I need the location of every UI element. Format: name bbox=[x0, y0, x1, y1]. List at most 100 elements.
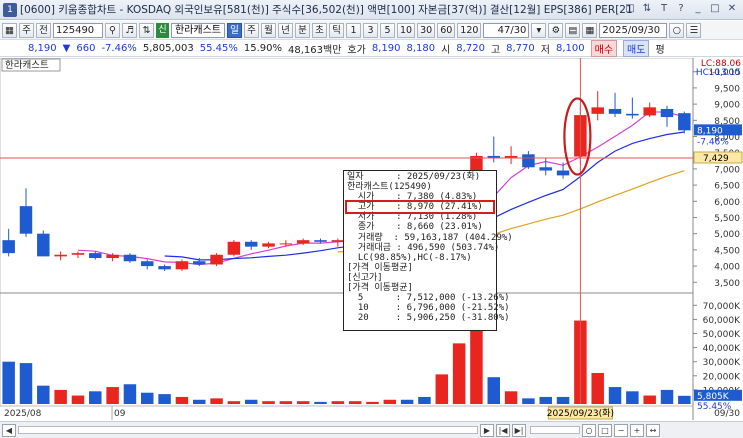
volume-tick-label: 30,000K bbox=[703, 358, 741, 368]
new-badge: 신 bbox=[156, 22, 169, 38]
chevron-down-icon[interactable]: ▾ bbox=[531, 22, 547, 38]
ask-price: 8,180 bbox=[406, 42, 436, 54]
volume-bar bbox=[331, 401, 345, 404]
candle-body bbox=[193, 261, 206, 265]
turnover: 15.90% bbox=[243, 42, 283, 54]
minute-30[interactable]: 30 bbox=[417, 22, 436, 38]
minute-5[interactable]: 5 bbox=[380, 22, 395, 38]
close-icon[interactable]: ✕ bbox=[725, 2, 739, 16]
tooltip-line: 거래량 : 59,163,187 (404.29%) bbox=[347, 232, 513, 243]
price-tick-label: 4,500 bbox=[714, 246, 740, 256]
period-minute[interactable]: 분 bbox=[295, 22, 310, 38]
window-titlebar: 1 [0600] 키움종합차트 - KOSDAQ 외국인보유[581(천)] 주… bbox=[0, 0, 743, 20]
minimize-icon[interactable]: _ bbox=[691, 2, 705, 16]
minute-60[interactable]: 60 bbox=[437, 22, 456, 38]
price-change-pct: -7.46% bbox=[101, 42, 137, 54]
period-year[interactable]: 년 bbox=[278, 22, 293, 38]
candle-body bbox=[556, 170, 570, 176]
zoom-out-icon[interactable]: − bbox=[614, 423, 628, 437]
tile-icon[interactable]: ◫ bbox=[623, 2, 637, 16]
last-page-icon[interactable]: ▶| bbox=[512, 423, 526, 437]
prev-button[interactable]: 전 bbox=[36, 22, 51, 38]
period-second[interactable]: 초 bbox=[312, 22, 327, 38]
tooltip-line: [가격 이동평균] bbox=[347, 283, 413, 294]
candle-body bbox=[89, 253, 102, 258]
tooltip-line-highlighted: 고가 : 8,970 (27.41%) bbox=[345, 200, 495, 215]
candle-body bbox=[71, 253, 85, 255]
price-tick-label: 3,500 bbox=[714, 279, 740, 289]
text-size-icon[interactable]: T bbox=[657, 2, 671, 16]
period-tick[interactable]: 틱 bbox=[329, 22, 344, 38]
candle-body bbox=[296, 240, 310, 244]
calendar-icon[interactable]: ▦ bbox=[582, 22, 598, 38]
stock-code-input[interactable]: 125490 bbox=[53, 22, 103, 38]
tooltip-line: 10 : 6,796,000 (-21.52%) bbox=[347, 303, 510, 314]
speaker-icon[interactable]: ♬ bbox=[122, 22, 137, 38]
volume-tick-label: 20,000K bbox=[703, 372, 741, 382]
stock-name-field[interactable]: 한라캐스트 bbox=[171, 22, 225, 38]
grid-icon[interactable]: ▦ bbox=[2, 22, 17, 38]
page-counter[interactable]: 47/30 bbox=[483, 22, 530, 38]
stock-name-tag: 한라캐스트 bbox=[5, 60, 49, 71]
volume-bar bbox=[522, 398, 535, 404]
search-icon[interactable]: ⚲ bbox=[105, 22, 120, 38]
low-label: 저 bbox=[540, 44, 550, 56]
minute-3[interactable]: 3 bbox=[363, 22, 378, 38]
list-icon[interactable]: ☰ bbox=[686, 22, 702, 38]
zoom-reset-icon[interactable]: ○ bbox=[582, 423, 596, 437]
scroll-track[interactable] bbox=[18, 426, 478, 434]
candle-body bbox=[678, 113, 691, 131]
volume-bar bbox=[452, 343, 466, 404]
volume-value: 5,805,003 bbox=[142, 42, 194, 54]
period-day[interactable]: 일 bbox=[227, 22, 242, 38]
link-icon[interactable]: ⇅ bbox=[640, 2, 654, 16]
sort-icon[interactable]: ⇅ bbox=[139, 22, 154, 38]
first-page-icon[interactable]: |◀ bbox=[496, 423, 510, 437]
open-price: 8,720 bbox=[456, 42, 485, 54]
volume-bar bbox=[643, 395, 656, 404]
sell-button[interactable]: 매도 bbox=[623, 39, 650, 57]
save-icon[interactable]: ▤ bbox=[565, 22, 581, 38]
current-price-label: 8,190 bbox=[697, 126, 723, 136]
price-tick-label: 9,000 bbox=[714, 101, 740, 111]
chart-settings-icon[interactable]: ⚙ bbox=[548, 22, 564, 38]
crosshair-price-label: 7,429 bbox=[703, 154, 729, 164]
volume-bar bbox=[71, 395, 85, 404]
volume-pct-label: 55.45% bbox=[697, 402, 732, 412]
candle-body bbox=[608, 108, 622, 114]
zoom-in-icon[interactable]: + bbox=[630, 423, 644, 437]
minute-10[interactable]: 10 bbox=[397, 22, 416, 38]
scroll-left-icon[interactable]: ◀ bbox=[2, 423, 16, 437]
zoom-fit-icon[interactable]: □ bbox=[598, 423, 612, 437]
volume-bar bbox=[89, 391, 102, 404]
tooltip-line: [신고가] bbox=[347, 272, 383, 283]
zoom-track[interactable] bbox=[530, 426, 580, 434]
minute-120[interactable]: 120 bbox=[457, 22, 482, 38]
minute-1[interactable]: 1 bbox=[346, 22, 361, 38]
candle-body bbox=[539, 167, 552, 171]
expand-icon[interactable]: ↔ bbox=[646, 423, 660, 437]
period-week[interactable]: 주 bbox=[244, 22, 259, 38]
period-month[interactable]: 월 bbox=[261, 22, 276, 38]
tooltip-line: 종가 : 8,660 (23.01%) bbox=[347, 222, 483, 233]
volume-bar bbox=[2, 361, 15, 404]
help-icon[interactable]: ? bbox=[674, 2, 688, 16]
lock-icon[interactable]: ○ bbox=[669, 22, 685, 38]
volume-bar bbox=[279, 401, 293, 404]
date-input[interactable]: 2025/09/30 bbox=[599, 22, 668, 38]
volume-tick-label: 50,000K bbox=[703, 330, 741, 340]
scroll-right-icon[interactable]: ▶ bbox=[480, 423, 494, 437]
low-price: 8,100 bbox=[555, 42, 585, 54]
bottom-scrollbar: ◀ ▶ |◀ ▶| ○ □ − + ↔ bbox=[0, 421, 743, 438]
candle-body bbox=[141, 261, 154, 267]
high-label: 고 bbox=[490, 44, 501, 56]
candle-body bbox=[487, 155, 500, 158]
volume-bar bbox=[487, 377, 500, 404]
buy-button[interactable]: 매수 bbox=[590, 39, 618, 57]
candle-body bbox=[660, 108, 674, 118]
candle-info-tooltip: 일자 : 2025/09/23(화) 한라캐스트(125490) 시가 : 7,3… bbox=[343, 170, 513, 331]
week-button[interactable]: 주 bbox=[19, 22, 34, 38]
volume-bar bbox=[244, 399, 258, 404]
avg-button[interactable]: 평 bbox=[655, 41, 664, 56]
maximize-icon[interactable]: □ bbox=[708, 2, 722, 16]
